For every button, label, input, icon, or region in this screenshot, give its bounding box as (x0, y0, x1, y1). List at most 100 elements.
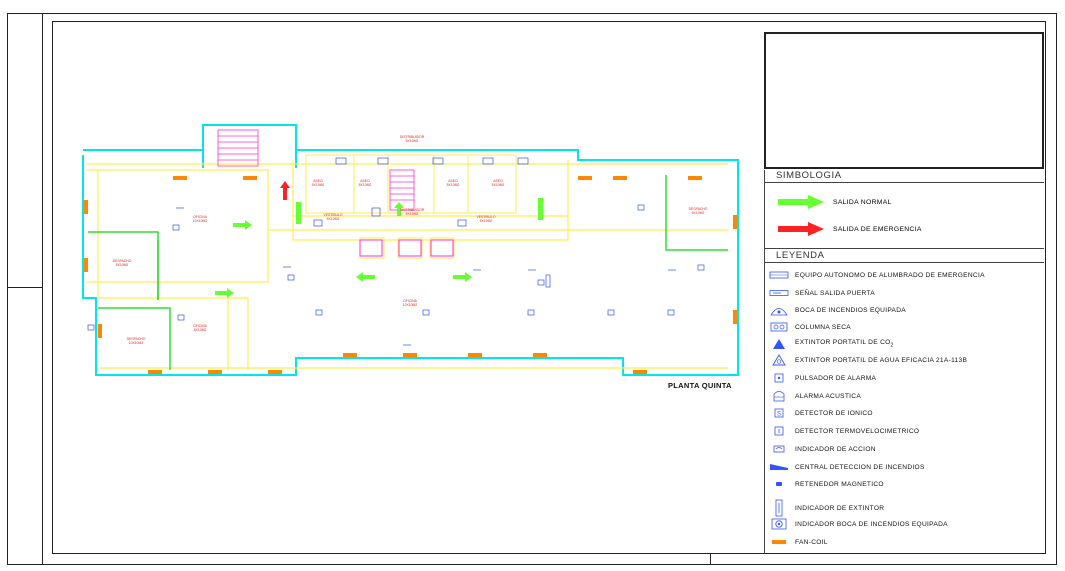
svg-text:DESPACHO5X10M2: DESPACHO 5X10M2 (113, 259, 132, 267)
legend-label: PULSADOR DE ALARMA (795, 374, 877, 382)
elevators (359, 239, 454, 257)
acoustic-alarm-icon (773, 391, 785, 402)
dry-riser-icon (770, 322, 788, 332)
svg-text:ASEO5X10M2: ASEO 5X10M2 (312, 179, 325, 187)
legend-item-exit-sign: SEÑAL SALIDA PUERTA (769, 286, 1039, 300)
ionic-detector-icon: S (774, 408, 784, 418)
thermo-detector-icon (774, 426, 784, 436)
legend-label: SEÑAL SALIDA PUERTA (795, 289, 875, 297)
legend-item-acoustic-alarm: ALARMA ACUSTICA (769, 389, 1039, 403)
red-arrow-icon (778, 222, 824, 236)
legend-label: INDICADOR DE EXTINTOR (795, 504, 885, 512)
svg-text:DESPACHO10X10M2: DESPACHO 10X10M2 (127, 337, 146, 345)
sheet-border-top (7, 13, 1057, 14)
action-indicator-icon (773, 445, 785, 453)
svg-text:ASEO5X10M2: ASEO 5X10M2 (492, 179, 505, 187)
svg-text:S: S (777, 412, 781, 418)
simbologia-item-normal-exit: SALIDA NORMAL (776, 193, 1036, 211)
leyenda-title: LEYENDA (776, 250, 825, 261)
water-extinguisher-icon (772, 354, 786, 366)
room-label-line: 5X10M2 (327, 217, 340, 221)
sheet-border-bottom (7, 564, 1057, 565)
legend-item-thermo-detector: DETECTOR TERMOVELOCIMETRICO (769, 424, 1039, 438)
svg-text:DESPACHO5X10M2: DESPACHO 5X10M2 (689, 207, 708, 215)
legend-label: INDICADOR BOCA DE INCENDIOS EQUIPADA (795, 520, 948, 528)
room-label-line: 5X10M2 (312, 183, 325, 187)
legend-item-fire-panel: CENTRAL DETECCION DE INCENDIOS (769, 460, 1039, 474)
svg-text:VESTIBULO5X10M2: VESTIBULO 5X10M2 (323, 213, 342, 221)
extinguisher-indicator-icon (775, 499, 783, 517)
room-label-line: 5X10M2 (194, 328, 207, 332)
legend-item-co2-extinguisher: EXTINTOR PORTATIL DE CO2 (769, 337, 1039, 351)
legend-label: COLUMNA SECA (795, 323, 851, 331)
room-label-line: 5X10M2 (492, 183, 505, 187)
co2-extinguisher-icon (773, 339, 785, 349)
partitions (88, 175, 728, 370)
room-label-line: 5X10M2 (692, 211, 705, 215)
legend-label: ALARMA ACUSTICA (795, 392, 862, 400)
svg-text:OFICINA10X10M2: OFICINA 10X10M2 (403, 299, 418, 307)
legend-label: EXTINTOR PORTATIL DE CO (795, 339, 891, 347)
room-label-line: 5X10M2 (447, 183, 460, 187)
simbologia-title: SIMBOLOGIA (776, 170, 842, 181)
room-label-line: 10X10M2 (193, 219, 208, 223)
plan-title: PLANTA QUINTA (668, 381, 732, 390)
svg-text:DISTRIBUIDOR5X10M2: DISTRIBUIDOR 5X10M2 (400, 135, 425, 143)
floor-plan: OFICINA 10X10M2 DESPACHO 5X10M2 DESPACHO 10… (82, 124, 739, 376)
simbologia-item-emergency-exit: SALIDA DE EMERGENCIA (776, 220, 1036, 238)
legend-label: INDICADOR DE ACCION (795, 445, 876, 453)
fan-coil-icon (772, 540, 786, 544)
exit-sign-icon (769, 290, 789, 296)
title-block-box (764, 32, 1044, 169)
binding-margin-line (42, 13, 43, 565)
legend-item-action-indicator: INDICADOR DE ACCION (769, 442, 1039, 456)
legend-panel-left-border (764, 170, 765, 554)
legend-item-dry-riser: COLUMNA SECA (769, 320, 1039, 334)
sheet-border-right (1056, 13, 1057, 565)
legend-label: FAN-COIL (795, 538, 828, 546)
legend-item-emergency-light: EQUIPO AUTONOMO DE ALUMBRADO DE EMERGENC… (769, 268, 1039, 282)
legend-label: RETENEDOR MAGNETICO (795, 480, 884, 488)
simbologia-bottom-line (764, 248, 1044, 249)
legend-label: EXTINTOR PORTATIL DE AGUA EFICACIA 21A-1… (795, 356, 968, 364)
fire-panel-icon (770, 464, 788, 470)
legend-item-fan-coil: FAN-COIL (769, 535, 1039, 549)
magnetic-holder-icon (776, 482, 782, 486)
fire-hose-icon (770, 308, 788, 316)
leyenda-header-line (764, 262, 1044, 263)
hose-indicator-icon (771, 518, 787, 530)
room-label-line: 10X10M2 (403, 303, 418, 307)
simbologia-label-emergency: SALIDA DE EMERGENCIA (833, 225, 922, 233)
legend-item-hose-indicator: INDICADOR BOCA DE INCENDIOS EQUIPADA (769, 517, 1039, 531)
room-label-line: 5X10M2 (406, 139, 419, 143)
alarm-button-icon (774, 373, 784, 383)
svg-text:VESTIBULO5X10M2: VESTIBULO 5X10M2 (476, 215, 495, 223)
legend-item-fire-hose: BOCA DE INCENDIOS EQUIPADA (769, 303, 1039, 317)
legend-label-subscript: 2 (890, 342, 894, 349)
simbologia-label-normal: SALIDA NORMAL (833, 198, 892, 206)
svg-text:DISTRIBUIDOR5X10M2: DISTRIBUIDOR 5X10M2 (400, 208, 425, 216)
safety-symbols (87, 157, 705, 346)
binding-margin-divider (7, 287, 43, 288)
room-label-line: 10X10M2 (129, 341, 144, 345)
legend-item-water-extinguisher: EXTINTOR PORTATIL DE AGUA EFICACIA 21A-1… (769, 353, 1039, 367)
emergency-light-icon (769, 271, 789, 279)
legend-label: EQUIPO AUTONOMO DE ALUMBRADO DE EMERGENC… (795, 271, 985, 279)
room-label-line: 5X10M2 (406, 212, 419, 216)
room-label-line: 5X10M2 (116, 263, 129, 267)
room-label-line: 5X10M2 (480, 219, 493, 223)
green-arrow-icon (778, 195, 824, 209)
svg-text:ASEO5X10M2: ASEO 5X10M2 (359, 179, 372, 187)
sheet-border-left (7, 13, 8, 565)
svg-text:ASEO5X10M2: ASEO 5X10M2 (447, 179, 460, 187)
simbologia-header-line (764, 182, 1044, 183)
svg-text:OFICINA10X10M2: OFICINA 10X10M2 (193, 215, 208, 223)
legend-item-alarm-button: PULSADOR DE ALARMA (769, 371, 1039, 385)
fan-coils (84, 176, 737, 374)
interior-walls (87, 160, 728, 370)
legend-label: BOCA DE INCENDIOS EQUIPADA (795, 306, 907, 314)
title-block-tick (710, 554, 711, 564)
legend-label: CENTRAL DETECCION DE INCENDIOS (795, 463, 925, 471)
svg-text:OFICINA5X10M2: OFICINA 5X10M2 (193, 324, 207, 332)
room-label-line: 5X10M2 (359, 183, 372, 187)
